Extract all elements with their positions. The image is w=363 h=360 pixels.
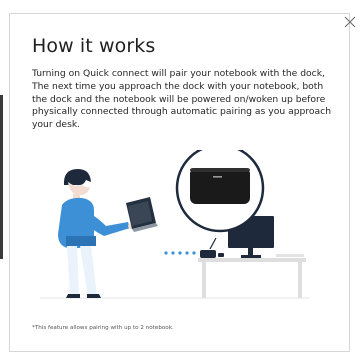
person-figure [58,169,136,298]
quick-connect-illustration [40,150,310,299]
dialog-title: How it works [32,35,156,57]
pairing-limit-footnote: *This feature allows pairing with up to … [32,325,174,331]
background-panel-edge [0,95,3,259]
dialog-description: Turning on Quick connect will pair your … [32,68,332,131]
desk [198,258,306,298]
pairing-signal [164,251,196,255]
dock-device [200,250,224,258]
close-icon[interactable] [343,15,357,29]
